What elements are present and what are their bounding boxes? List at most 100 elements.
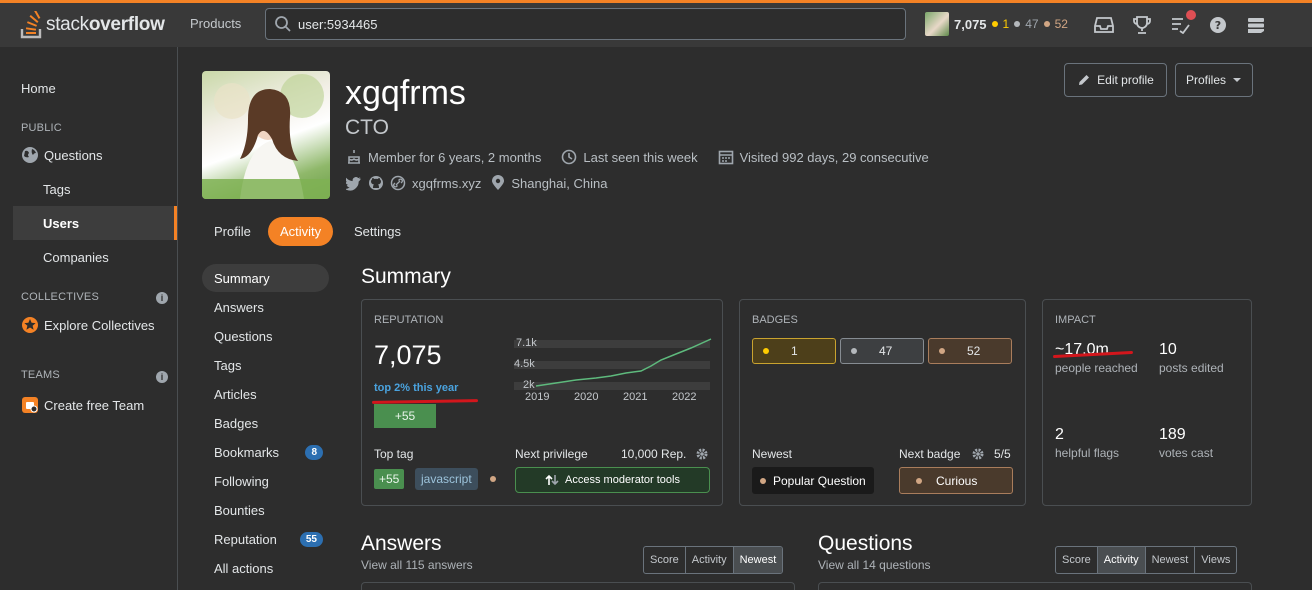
people-reached-label: people reached xyxy=(1055,361,1138,375)
side-menu-answers[interactable]: Answers xyxy=(202,293,329,321)
newest-badge[interactable]: Popular Question xyxy=(752,467,874,494)
bronze-badge-box[interactable]: 52 xyxy=(928,338,1012,364)
reputation-value: 7,075 xyxy=(374,340,442,370)
sidebar-item-companies[interactable]: Companies xyxy=(13,240,177,274)
briefcase-icon xyxy=(22,397,38,413)
profiles-dropdown[interactable]: Profiles xyxy=(1175,63,1253,97)
answers-sort-activity[interactable]: Activity xyxy=(686,547,734,573)
questions-sort-activity[interactable]: Activity xyxy=(1097,547,1146,573)
edit-profile-label: Edit profile xyxy=(1097,73,1154,87)
silver-badge-icon xyxy=(851,348,857,354)
side-menu-bounties[interactable]: Bounties xyxy=(202,496,329,524)
search-input[interactable] xyxy=(298,16,858,32)
help-icon[interactable]: ? xyxy=(1208,15,1228,35)
side-menu-tags[interactable]: Tags xyxy=(202,351,329,379)
answers-sort-score[interactable]: Score xyxy=(644,547,686,573)
side-menu-badges[interactable]: Badges xyxy=(202,409,329,437)
top-bar: stackoverflow Products 7,075 1 47 52 ? xyxy=(0,0,1312,47)
products-menu[interactable]: Products xyxy=(190,16,241,31)
tab-settings[interactable]: Settings xyxy=(342,217,413,246)
posts-edited-label: posts edited xyxy=(1159,361,1224,375)
review-icon[interactable] xyxy=(1170,10,1196,35)
top-percent-link[interactable]: top 2% this year xyxy=(374,382,458,394)
collectives-icon xyxy=(22,317,38,333)
answers-sort-group: Score Activity Newest xyxy=(643,546,784,574)
site-switcher-icon[interactable] xyxy=(1246,15,1266,35)
user-card[interactable]: 7,075 1 47 52 xyxy=(925,12,1068,36)
bronze-badge-icon xyxy=(760,477,766,484)
website-link[interactable]: xgqfrms.xyz xyxy=(412,176,481,191)
achievements-icon[interactable] xyxy=(1132,15,1152,35)
twitter-icon[interactable] xyxy=(346,175,362,191)
questions-sort-score[interactable]: Score xyxy=(1056,547,1098,573)
logo-text: stackoverflow xyxy=(46,14,165,35)
questions-sort-newest[interactable]: Newest xyxy=(1146,547,1196,573)
svg-text:?: ? xyxy=(1215,19,1221,32)
next-badge-name: Curious xyxy=(936,473,978,488)
sidebar-item-users[interactable]: Users xyxy=(13,206,177,240)
questions-sort-views[interactable]: Views xyxy=(1195,547,1236,573)
side-menu-questions[interactable]: Questions xyxy=(202,322,329,350)
answers-heading: Answers xyxy=(361,532,442,555)
silver-badge-box[interactable]: 47 xyxy=(840,338,924,364)
clock-icon xyxy=(561,149,577,165)
sidebar-heading-collectives: COLLECTIVES xyxy=(21,291,100,303)
collectives-info-icon[interactable]: i xyxy=(156,292,168,304)
helpful-flags-value: 2 xyxy=(1055,426,1064,443)
sidebar-item-tags[interactable]: Tags xyxy=(13,172,177,206)
gold-badge-box[interactable]: 1 xyxy=(752,338,836,364)
side-menu-bookmarks[interactable]: Bookmarks 8 xyxy=(202,438,329,466)
side-menu-label: Bookmarks xyxy=(214,444,280,460)
profile-avatar xyxy=(202,71,330,199)
side-menu-articles[interactable]: Articles xyxy=(202,380,329,408)
gold-badge-icon xyxy=(763,348,769,354)
tag-javascript[interactable]: javascript xyxy=(415,468,478,490)
view-all-answers-link[interactable]: View all 115 answers xyxy=(361,558,473,572)
sidebar-item-home[interactable]: Home xyxy=(13,71,177,105)
next-badge[interactable]: Curious xyxy=(899,467,1013,494)
next-privilege-rep: 10,000 Rep. xyxy=(621,447,687,461)
reputation-gain: +55 xyxy=(374,404,436,428)
chart-y-tick: 4.5k xyxy=(514,358,535,370)
profile-links-row: xgqfrms.xyz Shanghai, China xyxy=(346,175,607,191)
side-menu-reputation[interactable]: Reputation 55 xyxy=(202,525,329,553)
next-badge-label: Next badge xyxy=(899,447,961,461)
edit-profile-button[interactable]: Edit profile xyxy=(1064,63,1167,97)
next-badge-progress: 5/5 xyxy=(994,447,1011,461)
side-menu-following[interactable]: Following xyxy=(202,467,329,495)
tab-profile[interactable]: Profile xyxy=(202,217,263,246)
access-moderator-tools-button[interactable]: Access moderator tools xyxy=(515,467,710,493)
location-pin-icon xyxy=(491,175,505,191)
sidebar-item-create-team[interactable]: Create free Team xyxy=(13,388,177,422)
search-box[interactable] xyxy=(265,8,906,40)
tab-activity[interactable]: Activity xyxy=(268,217,334,246)
gear-icon[interactable] xyxy=(695,447,709,461)
teams-info-icon[interactable]: i xyxy=(156,371,168,383)
side-menu-summary[interactable]: Summary xyxy=(202,264,329,292)
questions-list xyxy=(818,582,1252,590)
sidebar-item-label: Explore Collectives xyxy=(44,317,155,333)
github-icon[interactable] xyxy=(368,175,384,191)
profile-name: xgqfrms xyxy=(345,74,466,112)
stackoverflow-logo[interactable]: stackoverflow xyxy=(20,11,165,39)
view-all-questions-link[interactable]: View all 14 questions xyxy=(818,558,931,572)
votes-cast-label: votes cast xyxy=(1159,446,1214,460)
top-tag-gain: +55 xyxy=(374,469,405,489)
bronze-badge-count: 52 xyxy=(967,344,981,358)
notification-dot xyxy=(1186,10,1196,20)
sidebar-item-explore-collectives[interactable]: Explore Collectives xyxy=(13,308,177,342)
sidebar-item-questions[interactable]: Questions xyxy=(13,138,177,172)
globe-icon xyxy=(22,147,38,163)
inbox-icon[interactable] xyxy=(1094,15,1114,35)
sidebar-heading-public: PUBLIC xyxy=(21,122,62,134)
chart-y-tick: 7.1k xyxy=(516,337,537,349)
calendar-icon xyxy=(718,149,734,165)
bronze-badge-icon xyxy=(939,348,945,354)
side-menu-all-actions[interactable]: All actions xyxy=(202,554,329,582)
answers-sort-newest[interactable]: Newest xyxy=(733,547,783,573)
top-tag-label: Top tag xyxy=(374,447,414,461)
gear-icon[interactable] xyxy=(971,447,985,461)
avatar[interactable] xyxy=(925,12,949,36)
reputation-heading: REPUTATION xyxy=(374,314,444,326)
questions-sort-group: Score Activity Newest Views xyxy=(1055,546,1238,574)
